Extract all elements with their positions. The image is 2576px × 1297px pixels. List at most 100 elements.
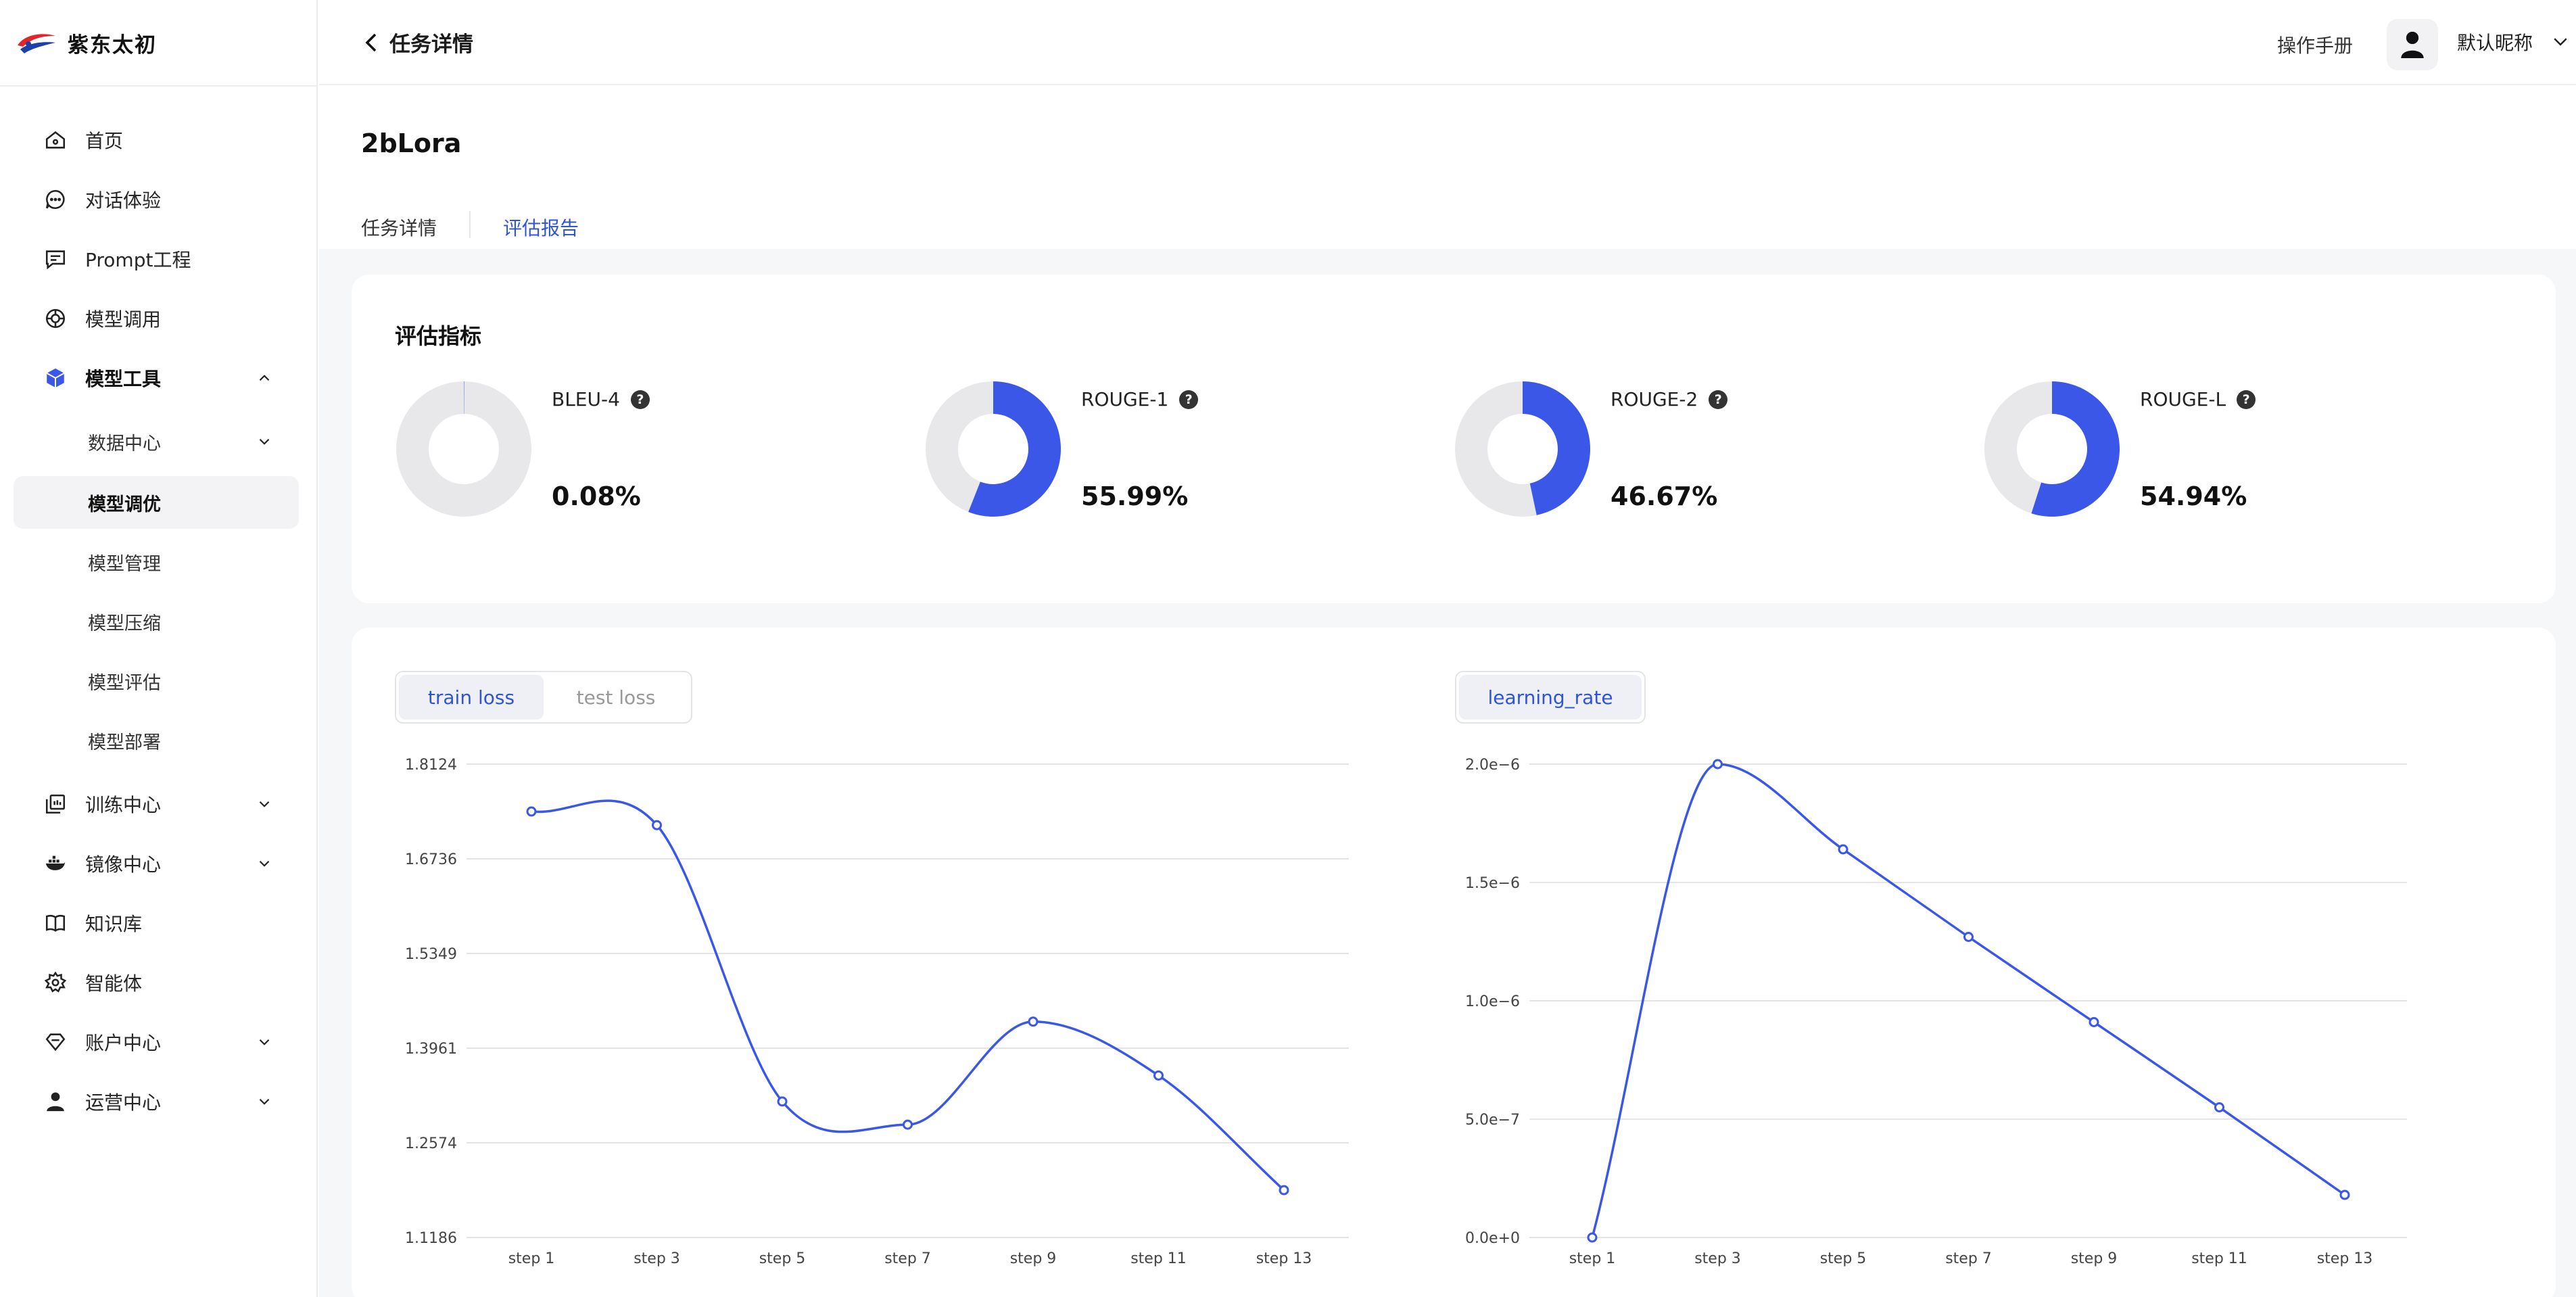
data-point[interactable] [1279,1185,1289,1196]
sidebar-item-train-center[interactable]: 训练中心 [14,778,299,830]
sidebar-subitem-model-deployment[interactable]: 模型部署 [14,714,299,767]
sidebar-subitem-model-evaluation[interactable]: 模型评估 [14,655,299,707]
chat-icon [43,187,68,212]
agent-gear-icon [43,970,68,995]
tab-test-loss[interactable]: test loss [544,675,688,720]
metric-donut [1455,381,1590,517]
x-tick-label: step 13 [1256,1250,1312,1267]
prompt-icon [43,247,68,271]
tab-evaluation-report[interactable]: 评估报告 [503,214,579,241]
metrics-card: 评估指标 BLEU-4? 0.08% ROUGE-1? 55.99% ROUGE… [352,275,2556,603]
data-point[interactable] [1587,1232,1598,1243]
y-tick-label: 1.0e−6 [1465,993,1520,1010]
sidebar-subitem-data-center[interactable]: 数据中心 [14,415,299,468]
sidebar-item-model-tools[interactable]: 模型工具 [14,352,299,404]
sidebar-item-chat[interactable]: 对话体验 [14,173,299,226]
x-tick-label: step 1 [1569,1250,1616,1267]
back-button[interactable]: 任务详情 [361,27,473,57]
donut-value-arc [1523,381,1590,515]
user-icon [43,1089,68,1114]
sidebar-item-label: 镜像中心 [85,853,162,876]
sidebar-item-prompt[interactable]: Prompt工程 [14,233,299,285]
logo[interactable]: 紫东太初 [15,26,157,60]
sidebar-divider [0,85,318,87]
help-icon[interactable]: ? [1179,390,1199,409]
data-point[interactable] [777,1096,788,1107]
sidebar: 紫东太初 首页 对话体验 Prompt工程 模型调用 模型工具 数据中心 模型调… [0,0,318,1297]
metric-value: 46.67% [1611,481,1718,511]
x-tick-label: step 9 [2071,1250,2118,1267]
sidebar-item-account-center[interactable]: 账户中心 [14,1016,299,1068]
sidebar-item-label: 训练中心 [85,794,162,816]
x-tick-label: step 5 [759,1250,806,1267]
sidebar-subitem-model-management[interactable]: 模型管理 [14,536,299,588]
metric-rougel: ROUGE-L? 54.94% [1940,380,2413,529]
data-point[interactable] [2089,1017,2099,1027]
sidebar-item-label: 知识库 [85,913,143,935]
x-tick-label: step 3 [634,1250,680,1267]
x-tick-label: step 11 [1130,1250,1187,1267]
sidebar-item-label: 模型调优 [88,494,161,515]
data-point[interactable] [1028,1016,1039,1027]
user-avatar-icon [2401,31,2424,58]
metric-value: 55.99% [1081,481,1189,511]
sidebar-item-agent[interactable]: 智能体 [14,956,299,1009]
data-point[interactable] [1838,844,1848,855]
sidebar-item-label: 对话体验 [85,189,162,212]
data-point[interactable] [2339,1189,2350,1200]
train-icon [43,792,68,816]
sidebar-item-image-center[interactable]: 镜像中心 [14,837,299,890]
x-tick-label: step 9 [1010,1250,1057,1267]
task-name: 2bLora [361,128,462,158]
train-loss-chart: 1.8124 1.6736 1.5349 1.3961 1.2574 1.1186 step… [405,757,1349,1267]
chevron-down-icon [259,1098,270,1105]
sidebar-item-label: Prompt工程 [85,249,191,271]
help-icon[interactable]: ? [2237,390,2256,409]
sidebar-item-label: 模型调用 [85,308,162,331]
user-nickname[interactable]: 默认昵称 [2457,28,2533,55]
manual-link[interactable]: 操作手册 [2277,31,2353,58]
x-tick-label: step 5 [1820,1250,1867,1267]
metric-donut [1984,381,2120,517]
book-icon [43,911,68,935]
y-tick-label: 1.5e−6 [1465,875,1520,892]
metric-name: ROUGE-1 [1081,388,1169,410]
tab-train-loss[interactable]: train loss [399,675,544,720]
data-point[interactable] [1153,1070,1164,1081]
chevron-down-icon[interactable] [2550,31,2571,51]
data-point[interactable] [652,820,662,830]
chevron-down-icon [259,1039,270,1045]
sidebar-item-model-call[interactable]: 模型调用 [14,292,299,345]
y-tick-label: 1.1186 [405,1230,457,1247]
avatar[interactable] [2387,19,2438,70]
diamond-icon [43,1030,68,1054]
chevron-down-icon [259,860,270,867]
tab-task-detail[interactable]: 任务详情 [361,214,437,241]
y-tick-label: 1.2574 [405,1135,457,1152]
cube-icon [43,366,68,390]
x-tick-label: step 3 [1694,1250,1741,1267]
tab-learning-rate[interactable]: learning_rate [1459,675,1642,720]
metrics-title: 评估指标 [395,323,482,349]
help-icon[interactable]: ? [630,390,650,409]
sidebar-item-label: 模型工具 [85,368,162,390]
data-point[interactable] [1963,932,1974,942]
metric-name: ROUGE-L [2140,388,2226,410]
sidebar-subitem-model-compression[interactable]: 模型压缩 [14,595,299,648]
data-point[interactable] [1713,759,1723,770]
sidebar-item-home[interactable]: 首页 [14,114,299,166]
header-title: 任务详情 [389,32,473,57]
y-tick-label: 0.0e+0 [1465,1230,1520,1247]
sidebar-item-knowledge-base[interactable]: 知识库 [14,897,299,949]
y-tick-label: 1.8124 [405,757,457,774]
home-icon [43,128,68,152]
x-tick-label: step 7 [884,1250,931,1267]
sidebar-subitem-model-tuning[interactable]: 模型调优 [14,476,299,529]
data-point[interactable] [526,806,537,817]
data-point[interactable] [903,1119,913,1130]
data-point[interactable] [2214,1102,2224,1112]
sidebar-item-operation-center[interactable]: 运营中心 [14,1075,299,1128]
help-icon[interactable]: ? [1709,390,1728,409]
sidebar-item-label: 运营中心 [85,1091,162,1114]
metric-rouge1: ROUGE-1? 55.99% [881,380,1354,529]
